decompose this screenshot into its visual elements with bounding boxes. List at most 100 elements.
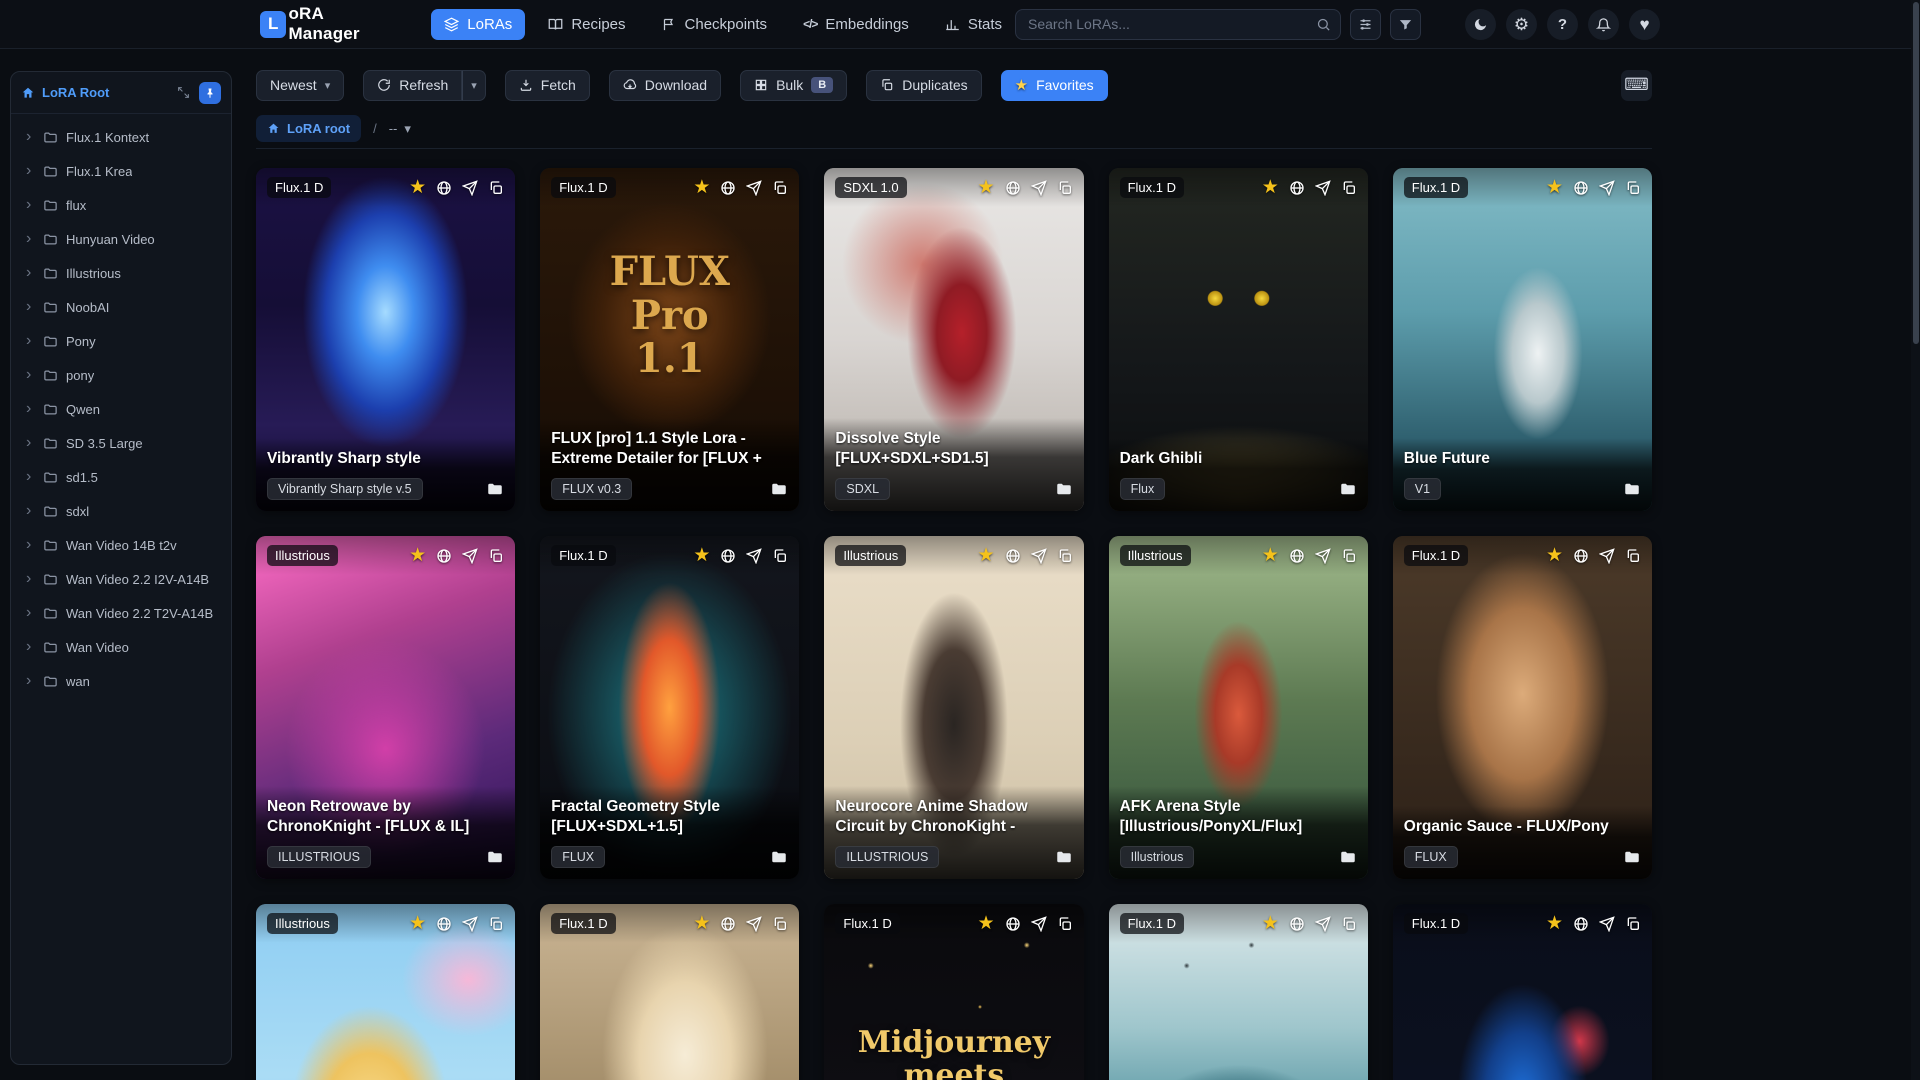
open-folder-button[interactable] — [1623, 848, 1641, 866]
copy-icon[interactable] — [1341, 548, 1357, 564]
sidebar-folder-item[interactable]: › Wan Video 2.2 T2V-A14B — [11, 596, 231, 630]
globe-icon[interactable] — [1573, 548, 1589, 564]
favorite-star-icon[interactable]: ★ — [978, 546, 995, 565]
chevron-right-icon[interactable]: › — [26, 639, 35, 655]
nav-item-stats[interactable]: Stats — [932, 9, 1015, 40]
version-pill[interactable]: Illustrious — [1119, 846, 1195, 868]
version-pill[interactable]: Flux — [1119, 478, 1166, 500]
globe-icon[interactable] — [1005, 916, 1021, 932]
open-folder-button[interactable] — [1055, 480, 1073, 498]
version-pill[interactable]: ILLUSTRIOUS — [835, 846, 940, 868]
chevron-right-icon[interactable]: › — [26, 673, 35, 689]
chevron-right-icon[interactable]: › — [26, 469, 35, 485]
nav-item-checkpoints[interactable]: Checkpoints — [649, 9, 781, 40]
sidebar-folder-item[interactable]: › Flux.1 Kontext — [11, 120, 231, 154]
favorite-star-icon[interactable]: ★ — [693, 546, 710, 565]
version-pill[interactable]: SDXL — [835, 478, 891, 500]
globe-icon[interactable] — [1289, 916, 1305, 932]
breadcrumb-root[interactable]: LoRA root — [256, 115, 362, 142]
chevron-right-icon[interactable]: › — [26, 367, 35, 383]
refresh-button[interactable]: Refresh — [363, 69, 463, 101]
open-folder-button[interactable] — [770, 480, 788, 498]
lora-card[interactable]: FLUX Pro 1.1 Flux.1 D ★ FLUX [pro] 1.1 Sty… — [540, 168, 800, 511]
lora-card[interactable]: Illustrious ★ — [256, 904, 516, 1080]
globe-icon[interactable] — [1573, 916, 1589, 932]
send-icon[interactable] — [1314, 547, 1331, 564]
help-button[interactable]: ? — [1547, 8, 1578, 40]
send-icon[interactable] — [1599, 915, 1615, 932]
chevron-right-icon[interactable]: › — [26, 129, 35, 145]
globe-icon[interactable] — [720, 916, 736, 932]
chevron-right-icon[interactable]: › — [26, 503, 35, 519]
copy-icon[interactable] — [1057, 548, 1073, 564]
keyboard-shortcuts-button[interactable]: ⌨ — [1621, 69, 1652, 101]
send-icon[interactable] — [1030, 915, 1047, 932]
sidebar-folder-item[interactable]: › Qwen — [11, 392, 231, 426]
open-folder-button[interactable] — [770, 848, 788, 866]
nav-item-recipes[interactable]: Recipes — [535, 9, 638, 40]
copy-icon[interactable] — [488, 916, 504, 932]
sidebar-folder-item[interactable]: › Wan Video 14B t2v — [11, 528, 231, 562]
sidebar-folder-item[interactable]: › Wan Video 2.2 I2V-A14B — [11, 562, 231, 596]
favorite-star-icon[interactable]: ★ — [409, 914, 426, 933]
copy-icon[interactable] — [772, 916, 788, 932]
copy-icon[interactable] — [1341, 180, 1357, 196]
sidebar-folder-item[interactable]: › Flux.1 Krea — [11, 154, 231, 188]
copy-icon[interactable] — [488, 548, 504, 564]
lora-card[interactable]: Flux.1 D ★ Fractal Geometry Style [FLUX+… — [540, 536, 800, 879]
chevron-right-icon[interactable]: › — [26, 163, 35, 179]
copy-icon[interactable] — [772, 548, 788, 564]
filter-button[interactable] — [1390, 8, 1421, 40]
sidebar-folder-item[interactable]: › Wan Video — [11, 630, 231, 664]
copy-icon[interactable] — [1625, 548, 1641, 564]
search-input[interactable] — [1015, 8, 1341, 40]
chevron-right-icon[interactable]: › — [26, 537, 35, 553]
lora-card[interactable]: Flux.1 D ★ — [1108, 904, 1368, 1080]
favorite-star-icon[interactable]: ★ — [1546, 914, 1563, 933]
lora-card[interactable]: Flux.1 D ★ — [540, 904, 800, 1080]
send-icon[interactable] — [746, 547, 763, 564]
send-icon[interactable] — [1599, 547, 1615, 564]
settings-button[interactable]: ⚙ — [1506, 8, 1537, 40]
lora-card[interactable]: Flux.1 D ★ Blue Future V1 — [1392, 168, 1652, 511]
copy-icon[interactable] — [1057, 916, 1073, 932]
lora-card[interactable]: Illustrious ★ Neon Retrowave by ChronoKn… — [256, 536, 516, 879]
sidebar-folder-item[interactable]: › pony — [11, 358, 231, 392]
favorites-filter-button[interactable]: ★ Favorites — [1000, 69, 1108, 101]
globe-icon[interactable] — [436, 180, 452, 196]
version-pill[interactable]: ILLUSTRIOUS — [267, 846, 371, 868]
copy-icon[interactable] — [488, 180, 504, 196]
open-folder-button[interactable] — [486, 848, 504, 866]
search-options-button[interactable] — [1350, 8, 1381, 40]
lora-card[interactable]: Flux.1 D ★ Dark Ghibli Flux — [1108, 168, 1368, 511]
notifications-button[interactable] — [1588, 8, 1619, 40]
globe-icon[interactable] — [436, 916, 452, 932]
version-pill[interactable]: FLUX v0.3 — [551, 478, 633, 500]
collapse-all-button[interactable] — [177, 86, 190, 99]
lora-card[interactable]: Flux.1 D ★ Organic Sauce - FLUX/Pony FLU… — [1392, 536, 1652, 879]
chevron-right-icon[interactable]: › — [26, 231, 35, 247]
bulk-button[interactable]: Bulk B — [740, 69, 848, 101]
open-folder-button[interactable] — [486, 480, 504, 498]
favorite-star-icon[interactable]: ★ — [1262, 546, 1279, 565]
lora-card[interactable]: Flux.1 D ★ Vibrantly Sharp style Vibrant… — [256, 168, 516, 511]
send-icon[interactable] — [746, 179, 763, 196]
copy-icon[interactable] — [1625, 180, 1641, 196]
lora-card[interactable]: Illustrious ★ AFK Arena Style [Illustrio… — [1108, 536, 1368, 879]
version-pill[interactable]: V1 — [1403, 478, 1442, 500]
globe-icon[interactable] — [1005, 180, 1021, 196]
scrollbar-thumb[interactable] — [1913, 2, 1919, 344]
copy-icon[interactable] — [1625, 916, 1641, 932]
sidebar-folder-item[interactable]: › SD 3.5 Large — [11, 426, 231, 460]
chevron-right-icon[interactable]: › — [26, 197, 35, 213]
version-pill[interactable]: Vibrantly Sharp style v.5 — [267, 478, 423, 500]
fetch-button[interactable]: Fetch — [504, 69, 590, 101]
favorite-star-icon[interactable]: ★ — [409, 178, 426, 197]
send-icon[interactable] — [746, 915, 763, 932]
open-folder-button[interactable] — [1623, 480, 1641, 498]
copy-icon[interactable] — [772, 180, 788, 196]
copy-icon[interactable] — [1057, 180, 1073, 196]
lora-card[interactable]: Illustrious ★ Neurocore Anime Shadow Cir… — [824, 536, 1084, 879]
favorite-star-icon[interactable]: ★ — [1546, 546, 1563, 565]
sidebar-folder-item[interactable]: › flux — [11, 188, 231, 222]
